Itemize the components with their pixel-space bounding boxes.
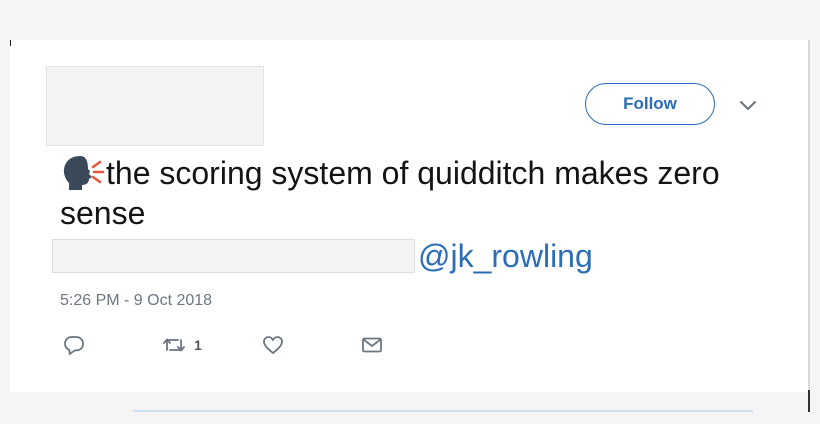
follow-button[interactable]: Follow <box>585 83 715 125</box>
divider <box>133 410 753 412</box>
redacted-text-block <box>52 239 415 273</box>
direct-message-button[interactable] <box>361 334 383 356</box>
heart-icon <box>263 336 283 354</box>
speaking-head-icon <box>63 156 105 190</box>
retweet-icon <box>163 338 185 352</box>
reply-icon <box>64 336 84 355</box>
reply-button[interactable] <box>63 334 85 356</box>
tweet-text: the scoring system of quidditch makes ze… <box>60 153 780 233</box>
mention-link[interactable]: @jk_rowling <box>418 238 593 274</box>
envelope-icon <box>362 337 382 353</box>
retweet-button[interactable]: 1 <box>162 334 202 356</box>
card-edge <box>10 40 11 46</box>
tweet-timestamp[interactable]: 5:26 PM - 9 Oct 2018 <box>60 292 212 310</box>
chevron-down-icon[interactable] <box>738 98 758 112</box>
like-button[interactable] <box>262 334 284 356</box>
retweet-count: 1 <box>194 337 202 353</box>
redacted-author-block <box>46 66 264 146</box>
tweet-body: the scoring system of quidditch makes ze… <box>60 155 720 231</box>
card-scroll-edge <box>808 40 810 412</box>
card-scroll-edge-dark <box>808 390 810 412</box>
